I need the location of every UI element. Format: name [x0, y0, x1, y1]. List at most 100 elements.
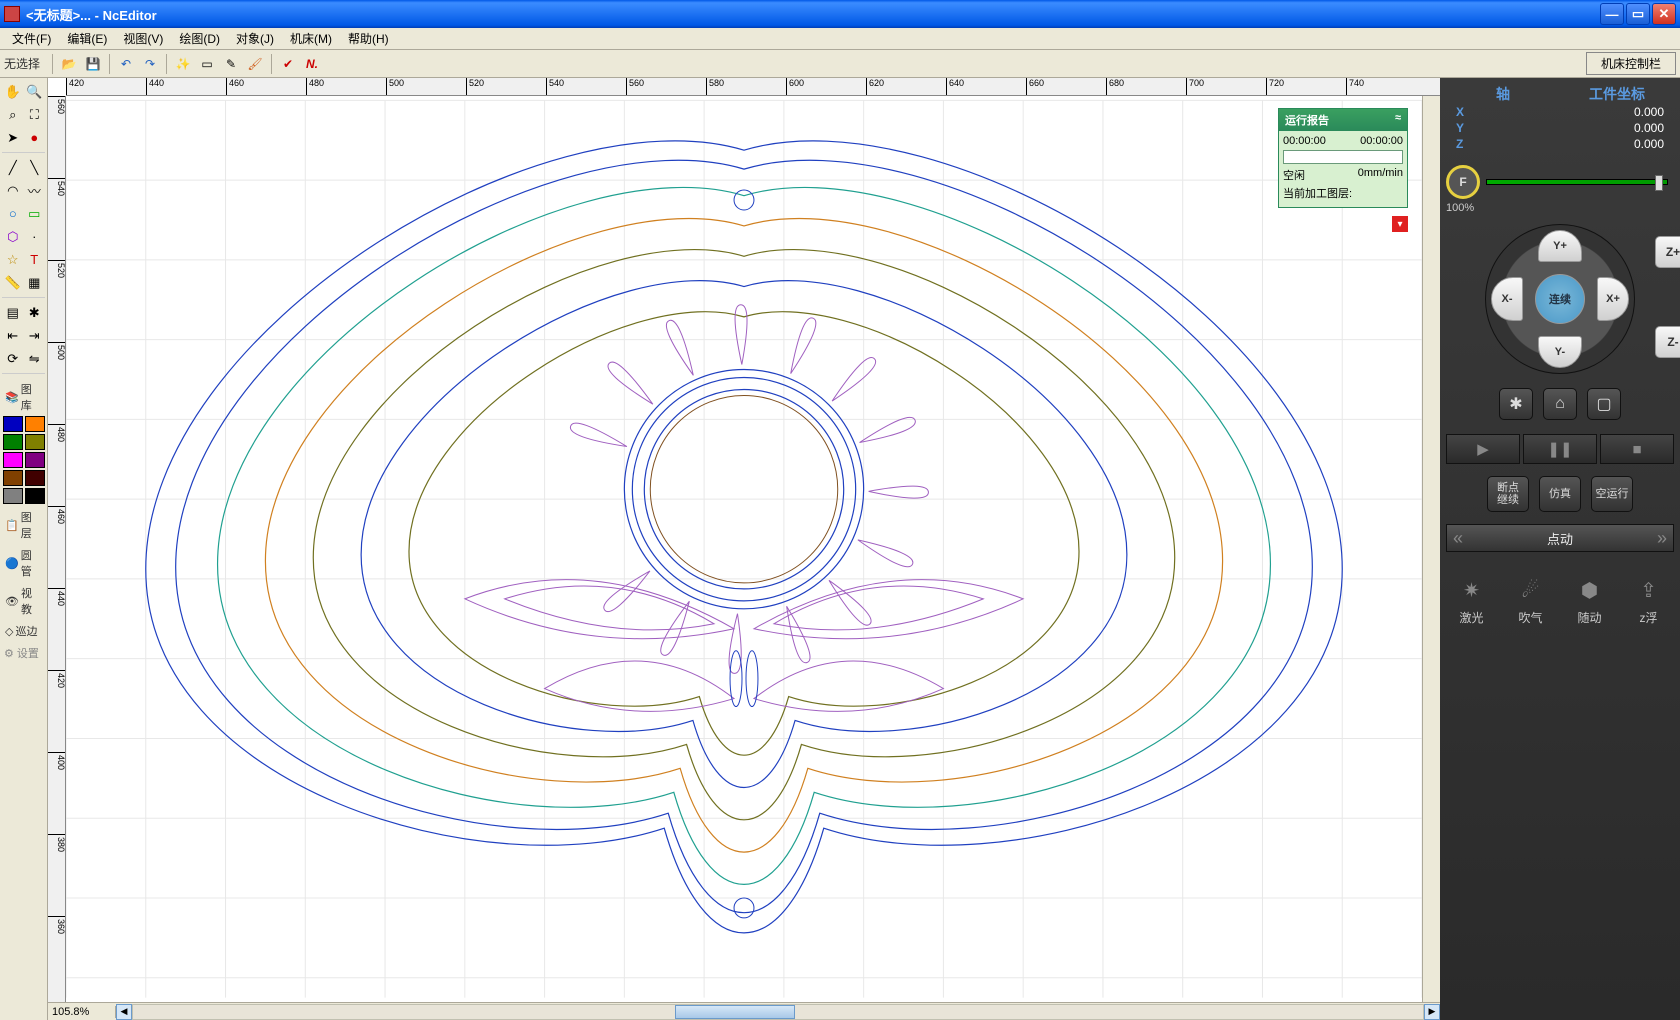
measure-tool[interactable]: 📏 [3, 272, 23, 293]
set-origin-button[interactable]: ✱ [1499, 388, 1533, 420]
home-button[interactable]: ⌂ [1543, 388, 1577, 420]
simulate-button[interactable]: 仿真 [1539, 476, 1581, 512]
tool-pen-button[interactable]: ✎ [220, 53, 242, 75]
curve-tool[interactable]: 〰 [25, 180, 45, 201]
align-tool[interactable]: ⇤ [3, 325, 23, 346]
pause-button[interactable]: ❚❚ [1523, 434, 1597, 464]
menu-file[interactable]: 文件(F) [4, 27, 59, 50]
scrollbar-vertical[interactable] [1422, 96, 1440, 1002]
axis-header: 轴 [1446, 84, 1560, 104]
zoom-region-tool[interactable]: ⌕ [3, 104, 23, 125]
alert-tag[interactable]: ▾ [1392, 216, 1408, 232]
color-swatch[interactable] [25, 470, 45, 486]
color-swatch[interactable] [3, 434, 23, 450]
jog-tab[interactable]: « 点动 » [1446, 524, 1674, 552]
polyline-tool[interactable]: ╲ [25, 157, 45, 178]
color-swatch[interactable] [3, 470, 23, 486]
pointer-tool[interactable]: ➤ [3, 127, 23, 148]
color-swatch[interactable] [25, 452, 45, 468]
run-layer-label: 当前加工图层: [1283, 185, 1352, 201]
color-swatch[interactable] [3, 416, 23, 432]
jog-z-minus-button[interactable]: Z- [1655, 326, 1680, 358]
feedrate-slider[interactable] [1486, 179, 1668, 185]
coordinate-display: 轴 X Y Z 工件坐标 0.000 0.000 0.000 [1446, 84, 1674, 152]
rotate-tool[interactable]: ⟳ [3, 348, 23, 369]
undo-button[interactable]: ↶ [115, 53, 137, 75]
ellipse-tool[interactable]: ○ [3, 203, 23, 224]
color-swatch[interactable] [3, 488, 23, 504]
zoom-tool[interactable]: 🔍 [25, 81, 45, 102]
text-tool[interactable]: T [25, 249, 45, 270]
menu-draw[interactable]: 绘图(D) [171, 27, 228, 50]
axis-x-value: 0.000 [1634, 105, 1664, 119]
rect-tool[interactable]: ▭ [25, 203, 45, 224]
function-吹气[interactable]: ☄吹气 [1507, 578, 1555, 626]
menu-object[interactable]: 对象(J) [228, 27, 282, 50]
mirror-tool[interactable]: ⇋ [25, 348, 45, 369]
tool-brush-button[interactable]: 🖌 [244, 53, 266, 75]
tool-n-button[interactable]: N. [301, 53, 323, 75]
menu-bar: 文件(F) 编辑(E) 视图(V) 绘图(D) 对象(J) 机床(M) 帮助(H… [0, 28, 1680, 50]
color-swatch[interactable] [25, 488, 45, 504]
point-tool[interactable]: · [25, 226, 45, 247]
snap-tool[interactable]: ✱ [25, 302, 45, 323]
playback-row: ▶ ❚❚ ■ [1446, 434, 1674, 464]
status-bar: 105.8% ◀ ▶ [48, 1002, 1440, 1020]
collapse-icon[interactable]: ≈ [1395, 112, 1401, 128]
run-speed: 0mm/min [1358, 167, 1403, 183]
distribute-tool[interactable]: ⇥ [25, 325, 45, 346]
tube-section[interactable]: 🔵圆管 [2, 545, 45, 581]
maximize-button[interactable]: ▭ [1626, 3, 1650, 25]
stop-button[interactable]: ■ [1600, 434, 1674, 464]
color-swatch[interactable] [25, 416, 45, 432]
close-button[interactable]: ✕ [1652, 3, 1676, 25]
array-tool[interactable]: ▤ [3, 302, 23, 323]
menu-edit[interactable]: 编辑(E) [59, 27, 115, 50]
run-status: 空闲 [1283, 167, 1305, 183]
jog-z-plus-button[interactable]: Z+ [1655, 236, 1680, 268]
zoom-level[interactable]: 105.8% [48, 1006, 116, 1018]
tool-check-button[interactable]: ✔ [277, 53, 299, 75]
grid-tool[interactable]: ▦ [25, 272, 45, 293]
dryrun-button[interactable]: 空运行 [1591, 476, 1633, 512]
fit-tool[interactable]: ⛶ [25, 104, 45, 125]
scroll-right-button[interactable]: ▶ [1424, 1004, 1440, 1020]
edge-section[interactable]: ◇巡边 [2, 621, 45, 641]
tool-frame-button[interactable]: ▭ [196, 53, 218, 75]
play-button[interactable]: ▶ [1446, 434, 1520, 464]
menu-help[interactable]: 帮助(H) [340, 27, 397, 50]
open-button[interactable]: 📂 [58, 53, 80, 75]
run-time-total: 00:00:00 [1360, 135, 1403, 147]
breakpoint-button[interactable]: 断点 继续 [1487, 476, 1529, 512]
teach-section[interactable]: 👁视教 [2, 583, 45, 619]
redo-button[interactable]: ↷ [139, 53, 161, 75]
settings-section[interactable]: ⚙设置 [2, 643, 45, 663]
hand-tool[interactable]: ✋ [3, 81, 23, 102]
polygon-tool[interactable]: ⬡ [3, 226, 23, 247]
function-z浮[interactable]: ⇪z浮 [1625, 578, 1673, 626]
line-tool[interactable]: ╱ [3, 157, 23, 178]
drawing-canvas[interactable]: 运行报告≈ 00:00:0000:00:00 空闲0mm/min 当前加工图层:… [66, 96, 1422, 1002]
arc-tool[interactable]: ◠ [3, 180, 23, 201]
color-swatch[interactable] [3, 452, 23, 468]
menu-view[interactable]: 视图(V) [115, 27, 171, 50]
layer-section[interactable]: 📋图层 [2, 507, 45, 543]
control-panel-toggle[interactable]: 机床控制栏 [1586, 52, 1676, 75]
node-tool[interactable]: ● [25, 127, 45, 148]
function-激光[interactable]: ✷激光 [1448, 578, 1496, 626]
scrollbar-horizontal[interactable] [132, 1004, 1424, 1020]
tool-wand-button[interactable]: ✨ [172, 53, 194, 75]
library-section[interactable]: 📚图库 [2, 379, 45, 415]
save-button[interactable]: 💾 [82, 53, 104, 75]
menu-machine[interactable]: 机床(M) [282, 27, 340, 50]
feedrate-dial[interactable]: F [1446, 165, 1480, 199]
star-tool[interactable]: ☆ [3, 249, 23, 270]
function-随动[interactable]: ⬢随动 [1566, 578, 1614, 626]
mode-row: 断点 继续 仿真 空运行 [1446, 476, 1674, 512]
frame-button[interactable]: ▢ [1587, 388, 1621, 420]
machine-control-panel: 轴 X Y Z 工件坐标 0.000 0.000 0.000 F 100% Y+… [1440, 78, 1680, 1020]
scroll-left-button[interactable]: ◀ [116, 1004, 132, 1020]
color-swatch[interactable] [25, 434, 45, 450]
jog-mode-button[interactable]: 连续 [1535, 274, 1585, 324]
minimize-button[interactable]: — [1600, 3, 1624, 25]
